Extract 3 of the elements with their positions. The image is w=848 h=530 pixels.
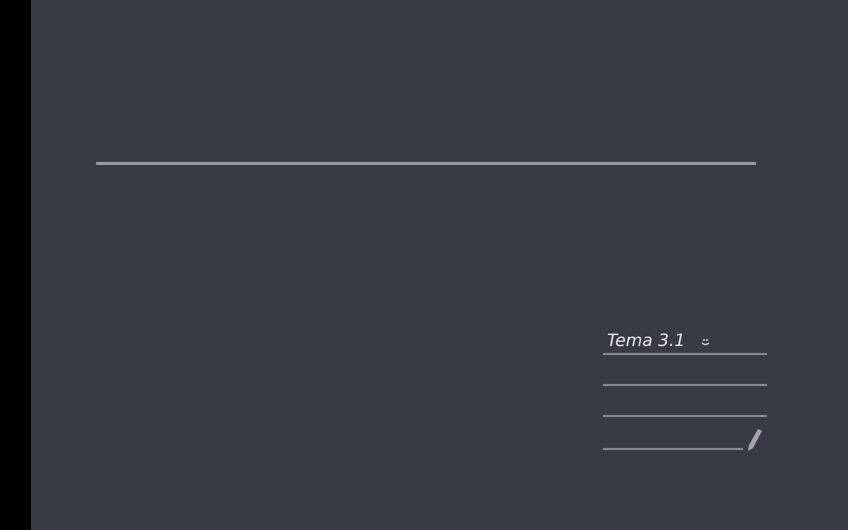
note-title: Tema 3.1 [607,330,686,353]
pencil-icon[interactable] [747,428,763,452]
smiley-icon [701,338,710,346]
